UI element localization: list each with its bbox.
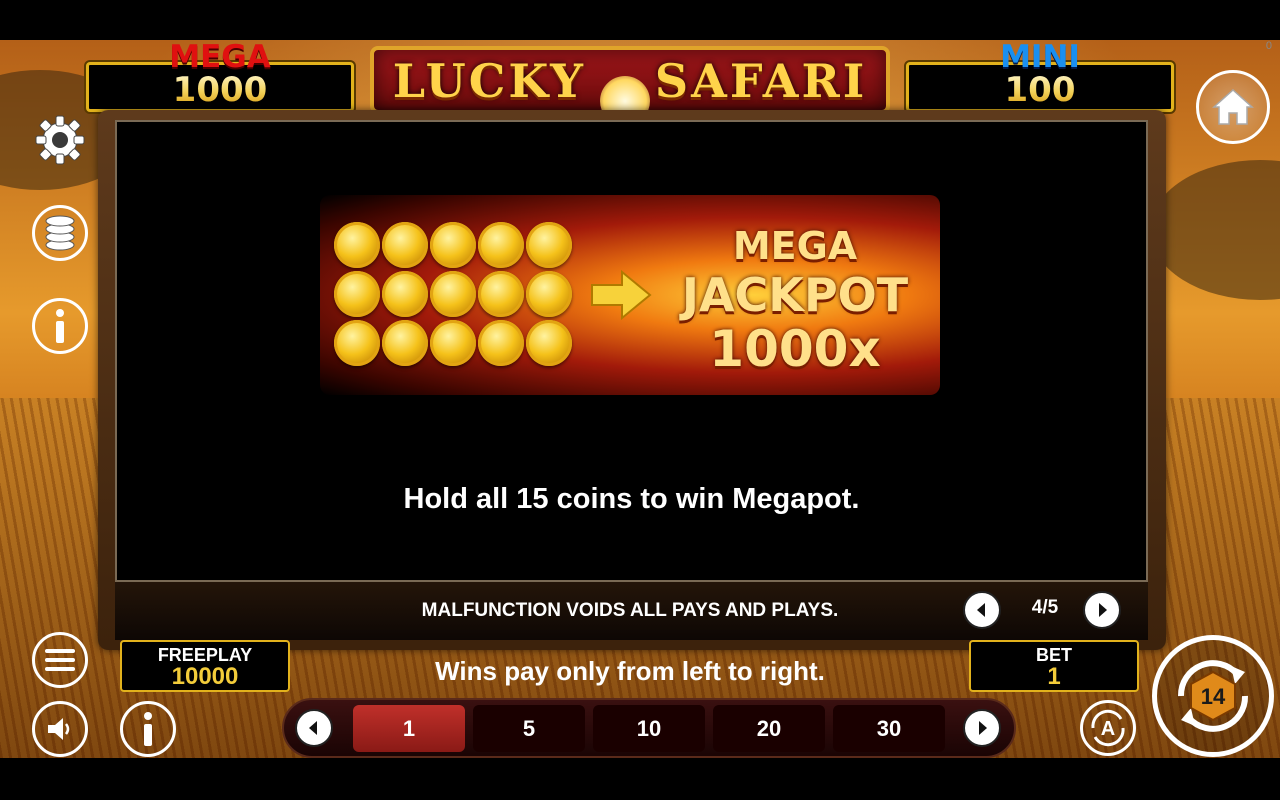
spin-button[interactable]: 14 <box>1152 635 1274 757</box>
gold-coin <box>430 222 476 268</box>
page-indicator: 4/5 <box>1031 597 1059 618</box>
info-button-bottom[interactable] <box>120 701 176 757</box>
gold-coin <box>478 271 524 317</box>
sound-button[interactable] <box>32 701 88 757</box>
freeplay-label: FREEPLAY <box>157 645 253 665</box>
bet-value: 1 <box>1047 663 1061 690</box>
freeplay-box: FREEPLAY 10000 <box>120 640 290 692</box>
bet-next-button[interactable] <box>963 709 1001 747</box>
bet-option-10[interactable]: 10 <box>593 705 705 752</box>
gold-coin <box>382 320 428 366</box>
spin-digits: 14 <box>1201 684 1226 709</box>
malfunction-notice: MALFUNCTION VOIDS ALL PAYS AND PLAYS. <box>421 600 839 621</box>
autoplay-label: A <box>1101 718 1115 740</box>
info-icon <box>56 309 64 343</box>
bet-option-1[interactable]: 1 <box>353 705 465 752</box>
autoplay-button[interactable]: A <box>1080 700 1136 756</box>
mega-jackpot-label: MEGA <box>169 39 271 75</box>
home-button[interactable] <box>1196 70 1270 144</box>
chevron-right-icon <box>979 721 987 735</box>
bet-option-20[interactable]: 20 <box>713 705 825 752</box>
gold-coin <box>382 271 428 317</box>
coins-button[interactable] <box>32 205 88 261</box>
settings-button[interactable] <box>32 112 88 168</box>
spin-icon: 14 <box>1177 660 1249 732</box>
bet-option-30[interactable]: 30 <box>833 705 945 752</box>
game-logo: LUCKY SAFARI <box>370 46 890 114</box>
home-icon <box>1212 88 1254 125</box>
gold-coin <box>526 271 572 317</box>
gold-coin <box>478 222 524 268</box>
gold-coin <box>430 271 476 317</box>
gold-coin <box>382 222 428 268</box>
mini-jackpot-label: MINI <box>1000 39 1080 75</box>
mini-jackpot-value: 100 <box>906 72 1174 108</box>
bet-prev-button[interactable] <box>295 709 333 747</box>
chevron-left-icon <box>309 721 317 735</box>
acacia-tree-right <box>1150 160 1280 300</box>
autoplay-icon: A <box>1091 709 1125 747</box>
multiplier-text: 1000x <box>709 320 881 378</box>
gold-coin <box>334 320 380 366</box>
freeplay-value: 10000 <box>171 663 239 690</box>
info-icon <box>144 712 152 746</box>
logo-text: LUCKY SAFARI <box>392 54 868 108</box>
gear-icon <box>35 115 85 165</box>
mega-text: MEGA <box>732 224 858 268</box>
corner-marker: 0 <box>1265 40 1272 52</box>
speaker-icon <box>48 718 70 740</box>
menu-icon <box>45 649 75 671</box>
bet-box: BET 1 <box>969 640 1139 692</box>
coin-stack-icon <box>45 215 75 251</box>
bet-option-5[interactable]: 5 <box>473 705 585 752</box>
info-button-top[interactable] <box>32 298 88 354</box>
next-page-button[interactable] <box>1083 591 1121 629</box>
gold-coin <box>526 320 572 366</box>
prev-page-button[interactable] <box>963 591 1001 629</box>
gold-coin <box>478 320 524 366</box>
wins-notice: Wins pay only from left to right. <box>435 656 825 686</box>
gold-coin <box>334 222 380 268</box>
paytable-description: Hold all 15 coins to win Megapot. <box>403 483 860 515</box>
jackpot-text: JACKPOT <box>681 268 909 322</box>
bet-label: BET <box>1036 645 1072 665</box>
gold-coin <box>526 222 572 268</box>
arrow-right-icon <box>591 269 652 321</box>
chevron-right-icon <box>1099 603 1107 617</box>
menu-button[interactable] <box>32 632 88 688</box>
chevron-left-icon <box>977 603 985 617</box>
gold-coin <box>334 271 380 317</box>
gold-coin <box>430 320 476 366</box>
mega-jackpot-value: 1000 <box>86 72 354 108</box>
